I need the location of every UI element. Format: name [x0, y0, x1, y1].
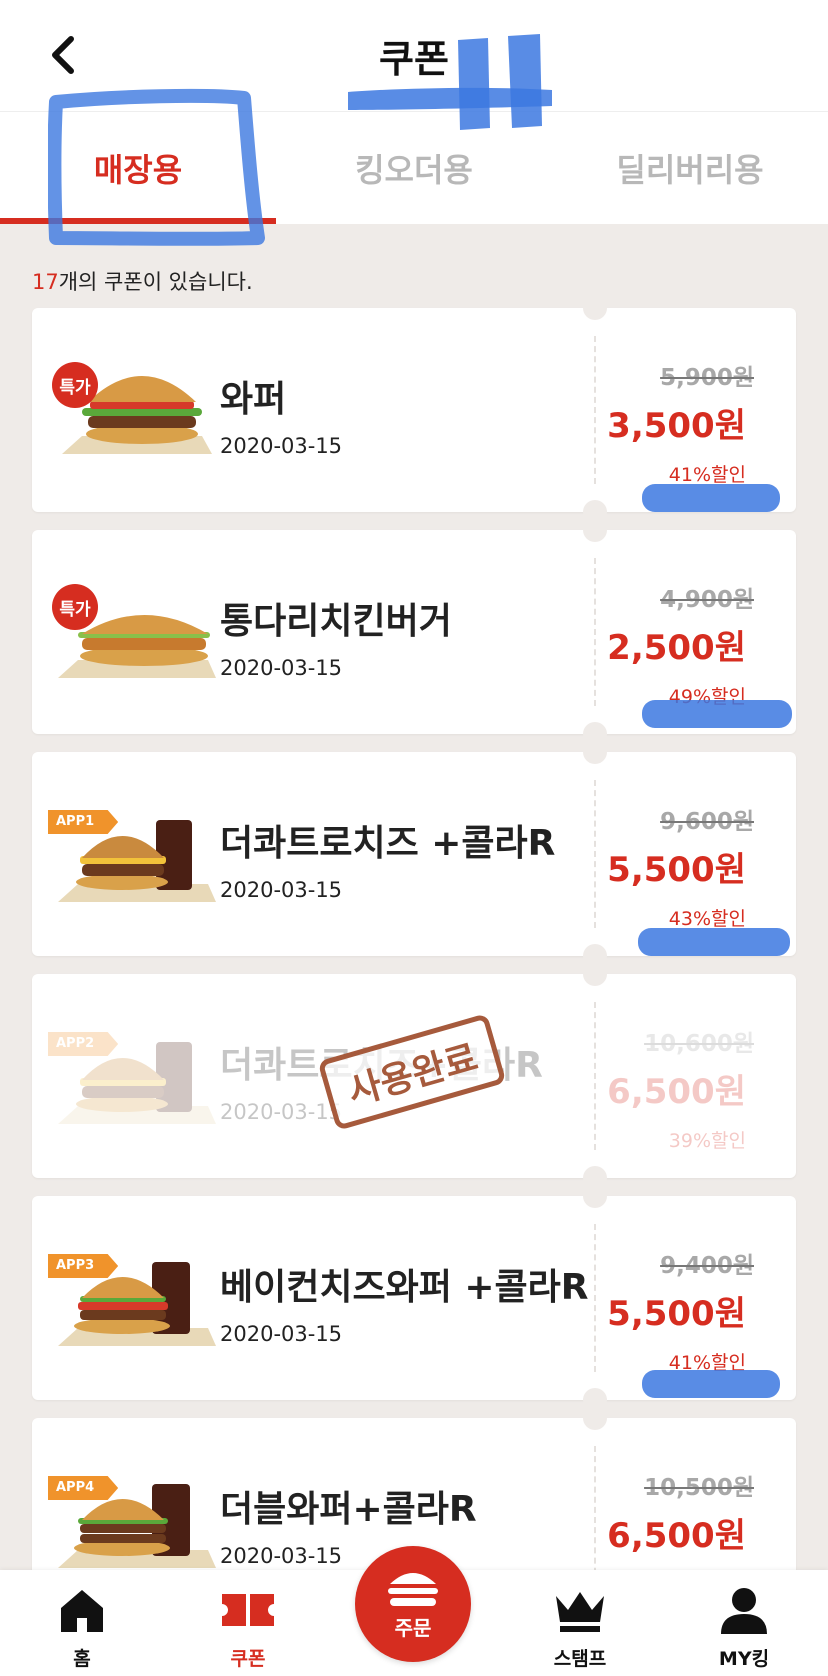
- nav-myking-label: MY킹: [718, 1648, 770, 1670]
- crown-icon: [556, 1592, 604, 1632]
- coupon-name: 더콰트로치즈 +콜라R: [220, 823, 556, 864]
- sale-price: 2,500원: [607, 628, 746, 668]
- coupon-list: 특가 와퍼 2020-03-15 5,900원 3,500원 41%할인 특가 …: [32, 296, 796, 1640]
- coupon-date: 2020-03-15: [220, 1544, 343, 1568]
- special-badge: 특가: [52, 584, 98, 630]
- coupon-tabs: 매장용 킹오더용 딜리버리용: [0, 112, 828, 224]
- coupon-card[interactable]: 특가 통다리치킨버거 2020-03-15 4,900원 2,500원 49%할…: [32, 518, 796, 746]
- coupon-count-suffix: 개의 쿠폰이 있습니다.: [58, 270, 253, 294]
- app-badge: APP2: [48, 1032, 119, 1056]
- app-badge: APP4: [48, 1476, 119, 1500]
- coupon-date: 2020-03-15: [220, 1322, 343, 1346]
- coupon-divider: [594, 558, 596, 706]
- original-price: 9,400원: [660, 1253, 754, 1279]
- app-header: 쿠폰: [0, 0, 828, 112]
- sale-price: 6,500원: [607, 1072, 746, 1112]
- coupon-date: 2020-03-15: [220, 878, 343, 902]
- tab-king-order[interactable]: 킹오더용: [276, 112, 552, 224]
- original-price: 4,900원: [660, 587, 754, 613]
- coupon-card[interactable]: 특가 와퍼 2020-03-15 5,900원 3,500원 41%할인: [32, 296, 796, 524]
- home-icon: [61, 1590, 103, 1632]
- discount-rate: 41%할인: [668, 1352, 746, 1374]
- nav-myking[interactable]: MY킹: [694, 1586, 794, 1670]
- special-badge: 특가: [52, 362, 98, 408]
- used-stamp: 사용완료: [317, 1013, 507, 1131]
- cheese-burger-cola-image: [58, 1042, 216, 1124]
- coupon-card[interactable]: APP3 베이컨치즈와퍼 +콜라R 2020-03-15 9,400원 5,50…: [32, 1184, 796, 1412]
- coupon-count: 17개의 쿠폰이 있습니다.: [32, 266, 253, 296]
- app-badge: APP3: [48, 1254, 119, 1278]
- original-price: 10,600원: [644, 1031, 754, 1057]
- coupon-name: 와퍼: [220, 379, 287, 420]
- coupon-divider: [594, 780, 596, 928]
- coupon-divider: [594, 336, 596, 484]
- nav-home-label: 홈: [73, 1648, 91, 1670]
- coupon-name: 베이컨치즈와퍼 +콜라R: [220, 1267, 589, 1308]
- app-badge: APP1: [48, 810, 119, 834]
- sale-price: 5,500원: [607, 1294, 746, 1334]
- original-price: 9,600원: [660, 809, 754, 835]
- nav-stamp-label: 스탬프: [553, 1648, 607, 1670]
- coupon-date: 2020-03-15: [220, 656, 343, 680]
- coupon-notch: [583, 1184, 607, 1208]
- sale-price: 5,500원: [607, 850, 746, 890]
- coupon-divider: [594, 1002, 596, 1150]
- coupon-notch: [583, 518, 607, 542]
- original-price: 10,500원: [644, 1475, 754, 1501]
- bacon-whopper-cola-image: [58, 1262, 216, 1346]
- double-whopper-cola-image: [58, 1484, 216, 1568]
- coupon-name: 통다리치킨버거: [220, 601, 452, 642]
- nav-coupon-label: 쿠폰: [230, 1648, 266, 1670]
- discount-rate: 39%할인: [668, 1130, 746, 1152]
- order-button[interactable]: 주문: [355, 1546, 471, 1662]
- coupon-card[interactable]: APP1 더콰트로치즈 +콜라R 2020-03-15 9,600원 5,500…: [32, 740, 796, 968]
- burger-icon: [388, 1572, 438, 1606]
- coupon-date: 2020-03-15: [220, 1100, 343, 1124]
- original-price: 5,900원: [660, 365, 754, 391]
- tab-delivery[interactable]: 딜리버리용: [552, 112, 828, 224]
- nav-coupon[interactable]: 쿠폰: [198, 1586, 298, 1670]
- page-title: 쿠폰: [379, 37, 449, 81]
- coupon-count-number: 17: [32, 270, 59, 294]
- order-button-label: 주문: [394, 1615, 432, 1640]
- discount-rate: 41%할인: [668, 464, 746, 486]
- coupon-icon: [222, 1594, 274, 1626]
- sale-price: 3,500원: [607, 406, 746, 446]
- cheese-burger-cola-image: [58, 820, 216, 902]
- coupon-name: 더블와퍼+콜라R: [220, 1489, 477, 1530]
- discount-rate: 49%할인: [668, 686, 746, 708]
- nav-home[interactable]: 홈: [32, 1586, 132, 1670]
- tab-store[interactable]: 매장용: [0, 112, 276, 224]
- discount-rate: 43%할인: [668, 908, 746, 930]
- coupon-notch: [583, 296, 607, 320]
- coupon-notch: [583, 740, 607, 764]
- sale-price: 6,500원: [607, 1516, 746, 1556]
- nav-stamp[interactable]: 스탬프: [530, 1586, 630, 1670]
- user-icon: [721, 1588, 767, 1634]
- coupon-notch: [583, 1406, 607, 1430]
- coupon-date: 2020-03-15: [220, 434, 343, 458]
- coupon-divider: [594, 1224, 596, 1372]
- coupon-card-used[interactable]: APP2 더콰트로치즈+콜라R 2020-03-15 10,600원 6,500…: [32, 962, 796, 1190]
- coupon-notch: [583, 962, 607, 986]
